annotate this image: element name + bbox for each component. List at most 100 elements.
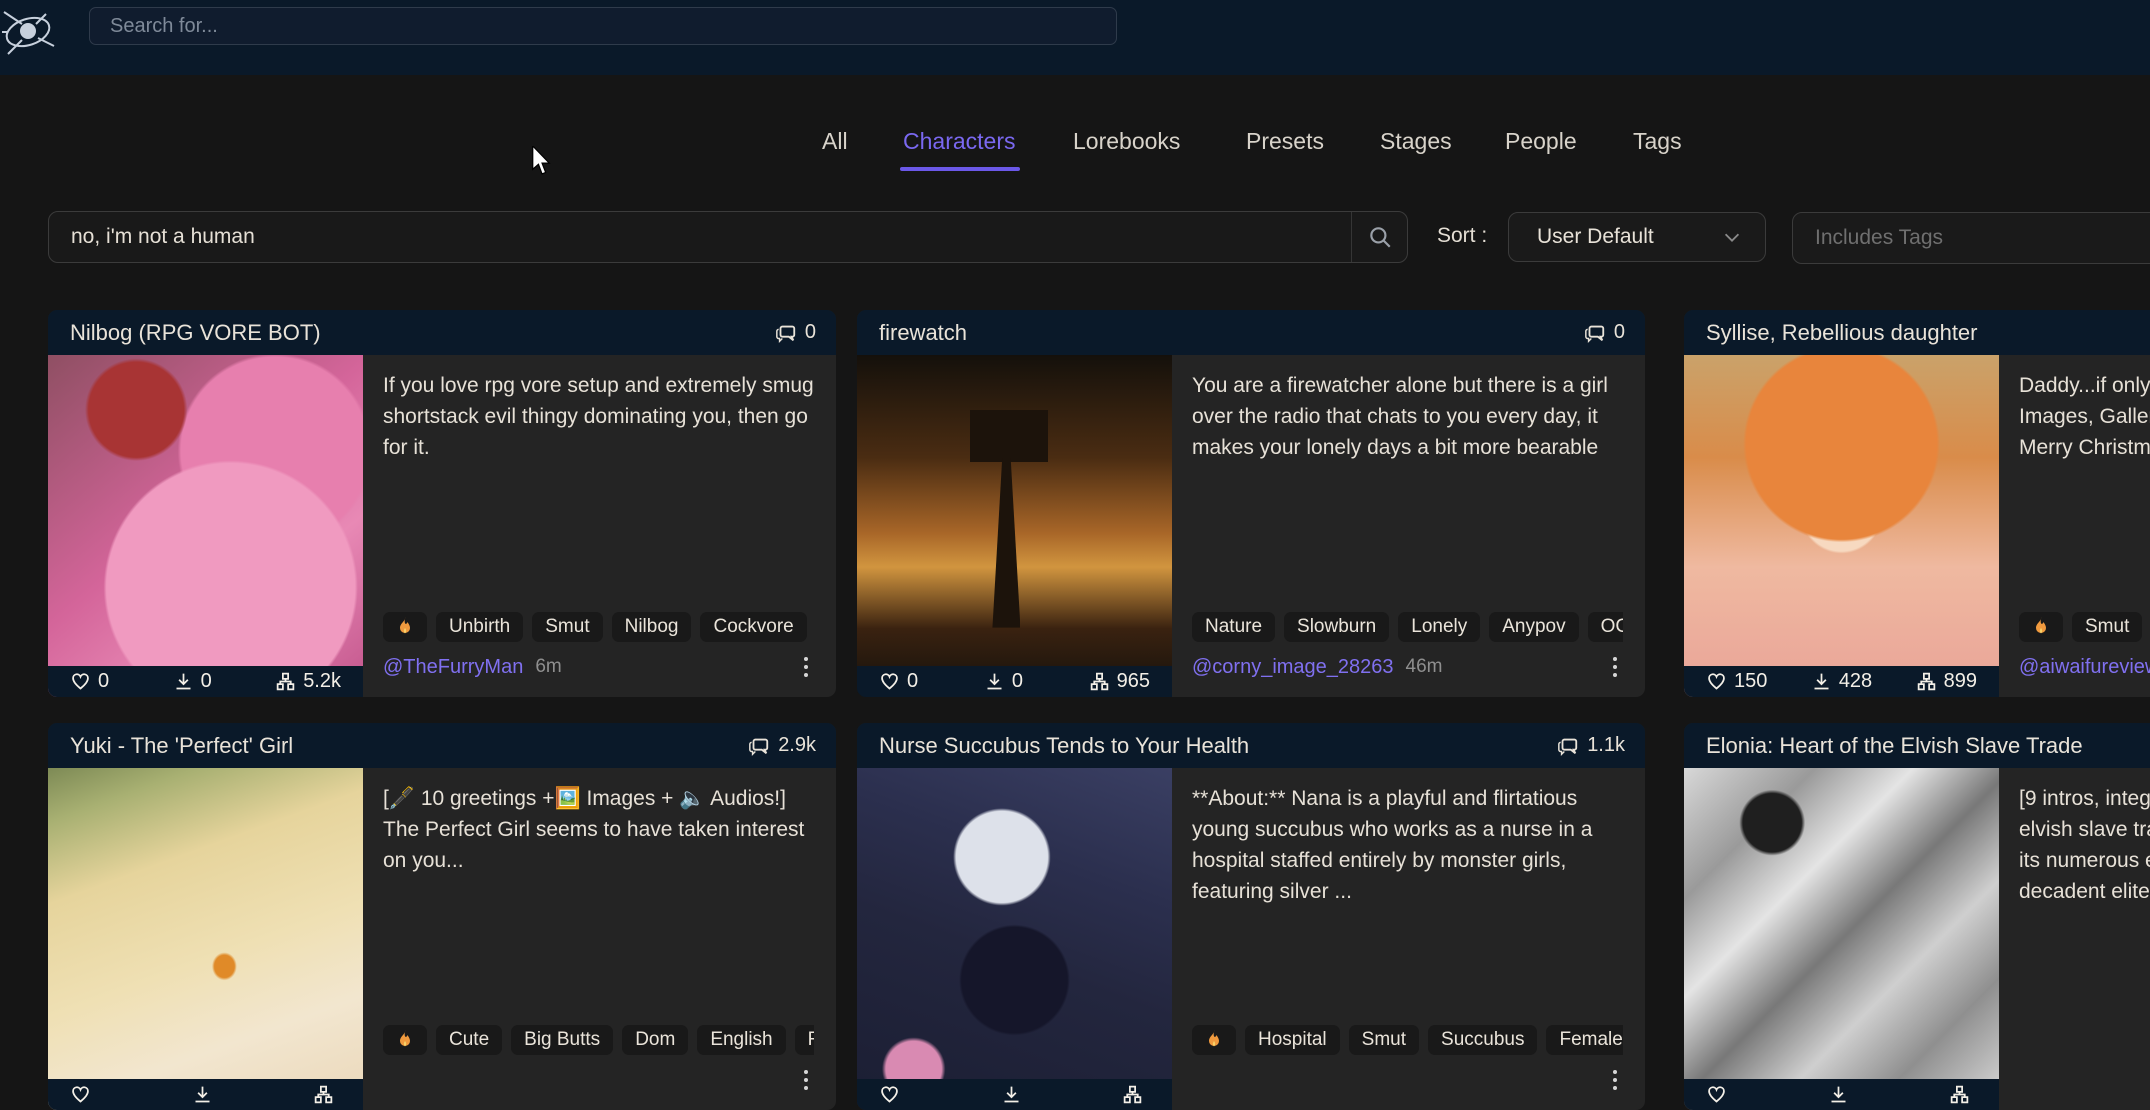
character-search-field (48, 211, 1408, 263)
tag-pill[interactable]: Nilbog (612, 612, 692, 642)
time-ago: 6m (535, 656, 561, 678)
author-link[interactable]: @TheFurryMan (383, 656, 523, 679)
tag-pill[interactable]: Unbirth (436, 612, 523, 642)
tag-pill[interactable]: Hospital (1245, 1025, 1340, 1055)
yuki-character-art[interactable] (48, 768, 363, 1110)
tag-pill[interactable]: Smut (2072, 612, 2142, 642)
download-icon (192, 1084, 213, 1105)
tag-pill[interactable]: English (697, 1025, 785, 1055)
download-icon (984, 671, 1005, 692)
character-card[interactable]: firewatch 0 0 (857, 310, 1645, 697)
elonia-manga-art[interactable] (1684, 768, 1999, 1110)
forks-stat: 965 (1089, 670, 1150, 693)
flame-icon (2032, 617, 2050, 637)
stats-bar (857, 1079, 1172, 1110)
tag-pill[interactable]: Female (1546, 1025, 1623, 1055)
card-footer: @corny_image_28263 46m (1192, 652, 1623, 682)
tag-pill[interactable]: Slowburn (1284, 612, 1389, 642)
kebab-menu-icon[interactable] (1607, 653, 1623, 681)
hierarchy-icon (1916, 671, 1937, 692)
sort-label: Sort : (1437, 224, 1487, 248)
card-footer: @TheFurryMan 6m (383, 652, 814, 682)
tag-pill[interactable]: Nature (1192, 612, 1275, 642)
tag-pill[interactable]: Anypov (1489, 612, 1578, 642)
hierarchy-icon (313, 1084, 334, 1105)
chat-count-value: 0 (805, 321, 816, 344)
tab-lorebooks[interactable]: Lorebooks (1073, 128, 1180, 155)
download-icon (1828, 1084, 1849, 1105)
character-card[interactable]: Nilbog (RPG VORE BOT) 0 0 (48, 310, 836, 697)
heart-icon (1706, 671, 1727, 692)
chat-bubbles-icon (748, 735, 770, 757)
includes-tags-input[interactable] (1792, 212, 2150, 264)
author-link[interactable]: @corny_image_28263 (1192, 656, 1394, 679)
sort-dropdown[interactable]: User Default (1508, 212, 1766, 262)
chat-count: 0 (775, 321, 816, 344)
card-header: Syllise, Rebellious daughter (1684, 310, 2150, 355)
tag-pill[interactable]: OC (1588, 612, 1623, 642)
magnifier-icon (1367, 224, 1393, 250)
nilbog-character-art[interactable]: 0 0 5.2k (48, 355, 363, 697)
flame-tag[interactable] (383, 612, 427, 642)
tab-presets[interactable]: Presets (1246, 128, 1324, 155)
card-content: [9 intros, integra elvish slave trade it… (1999, 768, 2150, 1110)
tag-pill[interactable]: Big Butts (511, 1025, 613, 1055)
flame-tag[interactable] (1192, 1025, 1236, 1055)
card-description: Daddy...if only yo Images, Gallery(S Mer… (2019, 370, 2150, 612)
eye-logo-icon[interactable] (2, 2, 60, 64)
tab-tags[interactable]: Tags (1633, 128, 1682, 155)
tab-people[interactable]: People (1505, 128, 1577, 155)
flame-tag[interactable] (383, 1025, 427, 1055)
forks-stat (313, 1084, 341, 1105)
tag-pill[interactable]: Cute (436, 1025, 502, 1055)
tag-pill[interactable]: Smut (532, 612, 602, 642)
forks-value: 899 (1944, 670, 1977, 693)
tab-all[interactable]: All (822, 128, 848, 155)
character-card[interactable]: Yuki - The 'Perfect' Girl 2.9k (48, 723, 836, 1110)
kebab-menu-icon[interactable] (798, 1066, 814, 1094)
search-button[interactable] (1351, 212, 1407, 262)
stats-bar (1684, 1079, 1999, 1110)
tag-pill[interactable]: Succubus (1428, 1025, 1537, 1055)
character-search-input[interactable] (49, 212, 1351, 262)
tag-pill[interactable]: R (795, 1025, 814, 1055)
nurse-succubus-art[interactable] (857, 768, 1172, 1110)
tag-pill[interactable]: Dom (622, 1025, 688, 1055)
tag-pill[interactable]: Smut (1349, 1025, 1419, 1055)
flame-icon (396, 1030, 414, 1050)
likes-stat: 0 (879, 670, 918, 693)
card-footer (383, 1065, 814, 1095)
tag-list: NatureSlowburnLonelyAnypovOCEnglish (1192, 612, 1623, 642)
heart-icon (879, 671, 900, 692)
likes-stat (70, 1084, 98, 1105)
active-tab-underline (900, 167, 1020, 171)
character-card[interactable]: Nurse Succubus Tends to Your Health 1.1k (857, 723, 1645, 1110)
mouse-cursor (528, 146, 554, 176)
download-icon (1001, 1084, 1022, 1105)
flame-tag[interactable] (2019, 612, 2063, 642)
chat-count: 2.9k (748, 734, 816, 757)
card-content: **About:** Nana is a playful and flirtat… (1172, 768, 1645, 1110)
card-title: Nilbog (RPG VORE BOT) (70, 320, 775, 346)
downloads-stat: 0 (984, 670, 1023, 693)
tab-characters[interactable]: Characters (903, 128, 1015, 155)
tag-pill[interactable]: Cockvore (700, 612, 806, 642)
chat-count: 0 (1584, 321, 1625, 344)
author-link[interactable]: @aiwaifureview (2019, 656, 2150, 679)
card-header: Elonia: Heart of the Elvish Slave Trade (1684, 723, 2150, 768)
flame-icon (1205, 1030, 1223, 1050)
syllise-character-art[interactable]: 150 428 899 (1684, 355, 1999, 697)
stats-bar: 0 0 5.2k (48, 666, 363, 697)
card-description: You are a firewatcher alone but there is… (1192, 370, 1623, 612)
card-title: Yuki - The 'Perfect' Girl (70, 733, 748, 759)
tag-pill[interactable]: Lonely (1398, 612, 1480, 642)
character-card[interactable]: Elonia: Heart of the Elvish Slave Trade (1684, 723, 2150, 1110)
global-search-input[interactable] (89, 7, 1117, 45)
top-bar (0, 0, 2150, 75)
likes-stat: 150 (1706, 670, 1767, 693)
tab-stages[interactable]: Stages (1380, 128, 1452, 155)
firewatch-tower-art[interactable]: 0 0 965 (857, 355, 1172, 697)
kebab-menu-icon[interactable] (1607, 1066, 1623, 1094)
kebab-menu-icon[interactable] (798, 653, 814, 681)
character-card[interactable]: Syllise, Rebellious daughter 150 (1684, 310, 2150, 697)
